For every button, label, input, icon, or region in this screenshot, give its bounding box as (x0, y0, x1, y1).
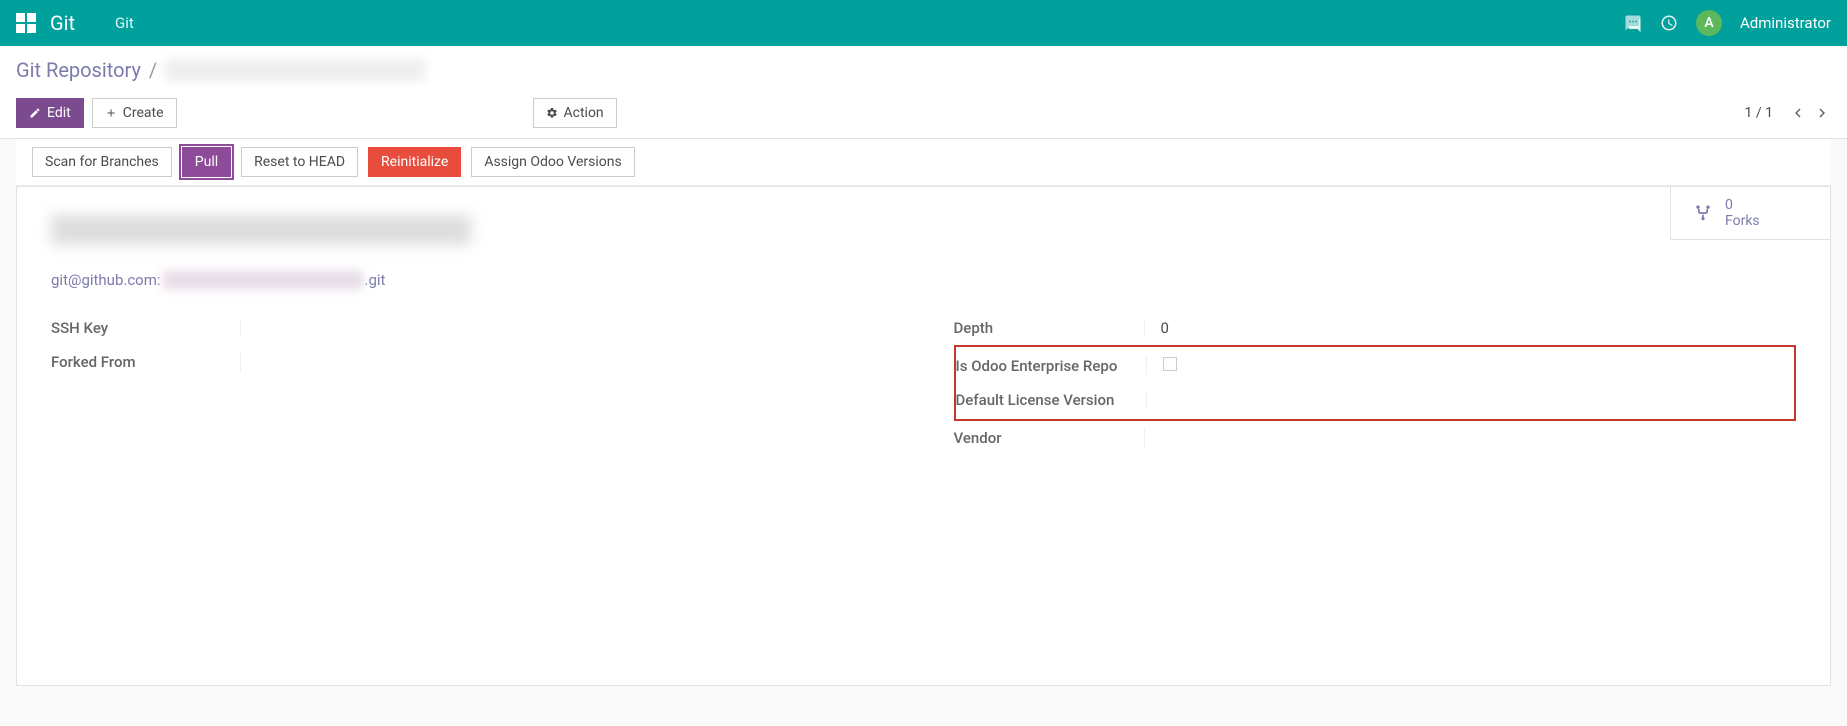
is-enterprise-checkbox[interactable] (1163, 357, 1177, 371)
uri-path (163, 271, 363, 289)
depth-value: 0 (1144, 319, 1797, 337)
form-sheet: 0 Forks git@github.com: .git SSH Key For… (16, 186, 1831, 686)
avatar[interactable]: A (1696, 10, 1722, 36)
pager-prev-icon[interactable] (1789, 104, 1807, 122)
plus-icon (105, 107, 117, 119)
git-uri[interactable]: git@github.com: .git (51, 271, 1796, 289)
depth-label: Depth (954, 319, 1144, 337)
forks-count: 0 (1725, 197, 1760, 213)
ssh-key-label: SSH Key (51, 319, 241, 337)
pager-next-icon[interactable] (1813, 104, 1831, 122)
create-button[interactable]: Create (92, 98, 177, 128)
breadcrumb-current (165, 59, 425, 81)
reset-head-button[interactable]: Reset to HEAD (241, 147, 358, 177)
edit-label: Edit (47, 105, 71, 121)
uri-prefix: git@github.com: (51, 271, 161, 289)
license-value (1146, 391, 1795, 409)
forks-stat-button[interactable]: 0 Forks (1670, 187, 1830, 240)
vendor-value (1144, 429, 1797, 447)
assign-versions-button[interactable]: Assign Odoo Versions (471, 147, 634, 177)
nav-menu-git[interactable]: Git (115, 14, 134, 32)
apps-icon[interactable] (16, 13, 36, 33)
pager-text[interactable]: 1 / 1 (1745, 105, 1773, 121)
reinitialize-button[interactable]: Reinitialize (368, 147, 461, 177)
user-menu[interactable]: Administrator (1740, 14, 1831, 32)
record-title (51, 215, 471, 245)
pull-button[interactable]: Pull (182, 147, 231, 177)
forks-label: Forks (1725, 213, 1760, 229)
breadcrumb: Git Repository / (16, 58, 1831, 82)
forked-from-value (241, 353, 894, 371)
ssh-key-value (241, 319, 894, 337)
is-enterprise-label: Is Odoo Enterprise Repo (956, 357, 1146, 375)
status-bar: Scan for Branches Pull Reset to HEAD Rei… (16, 139, 1831, 186)
forked-from-label: Forked From (51, 353, 241, 371)
vendor-label: Vendor (954, 429, 1144, 447)
control-panel: Git Repository / Edit Create Action 1 / … (0, 46, 1847, 139)
scan-branches-button[interactable]: Scan for Branches (32, 147, 172, 177)
action-dropdown[interactable]: Action (533, 98, 617, 128)
breadcrumb-separator: / (149, 58, 157, 82)
avatar-initial: A (1704, 15, 1713, 31)
app-brand[interactable]: Git (50, 11, 75, 35)
activity-icon[interactable] (1660, 14, 1678, 32)
uri-suffix: .git (365, 271, 386, 289)
create-label: Create (123, 105, 164, 121)
gear-icon (546, 107, 558, 119)
license-label: Default License Version (956, 391, 1146, 409)
fork-icon (1693, 201, 1713, 225)
highlight-annotation: Is Odoo Enterprise Repo Default License … (954, 345, 1797, 421)
action-label: Action (564, 105, 604, 121)
breadcrumb-root[interactable]: Git Repository (16, 58, 141, 82)
pencil-icon (29, 107, 41, 119)
edit-button[interactable]: Edit (16, 98, 84, 128)
conversations-icon[interactable] (1624, 14, 1642, 32)
main-navbar: Git Git A Administrator (0, 0, 1847, 46)
